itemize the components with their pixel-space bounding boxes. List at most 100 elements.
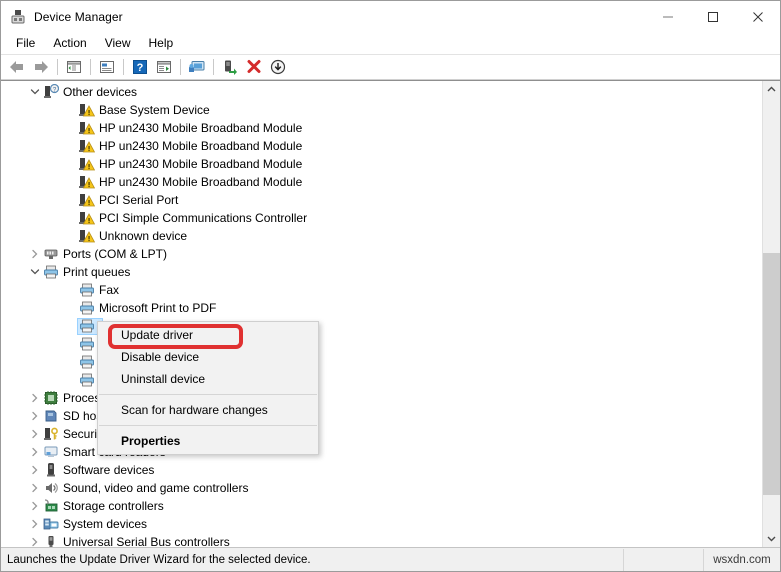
tree-row-content[interactable]: PCI Serial Port — [79, 192, 178, 209]
chevron-down-icon[interactable] — [27, 83, 43, 101]
tree-row[interactable]: Unknown device — [1, 227, 763, 245]
tree-row-content[interactable]: Ports (COM & LPT) — [43, 246, 167, 263]
warning-device-icon — [79, 192, 95, 208]
context-menu-item-update-driver[interactable]: Update driver — [98, 324, 318, 346]
system-device-icon — [43, 516, 59, 532]
scrollbar-thumb[interactable] — [763, 253, 780, 495]
forward-icon[interactable] — [29, 56, 53, 78]
tree-row[interactable]: Storage controllers — [1, 497, 763, 515]
context-menu[interactable]: Update driver Disable device Uninstall dev… — [97, 321, 319, 455]
tree-row-content[interactable]: HP un2430 Mobile Broadband Module — [79, 156, 302, 173]
printer-icon — [79, 372, 95, 388]
tree-row-content[interactable]: Sound, video and game controllers — [43, 480, 248, 497]
warning-device-icon — [79, 138, 95, 154]
chevron-right-icon[interactable] — [27, 479, 43, 497]
menu-view[interactable]: View — [96, 34, 140, 53]
tree-row[interactable]: Fax — [1, 281, 763, 299]
tree-row[interactable]: Ports (COM & LPT) — [1, 245, 763, 263]
scroll-up-icon[interactable] — [763, 81, 780, 98]
maximize-button[interactable] — [690, 1, 735, 32]
warning-device-icon — [79, 210, 95, 226]
tree-row[interactable]: Universal Serial Bus controllers — [1, 533, 763, 547]
menu-file[interactable]: File — [7, 34, 44, 53]
tree-row[interactable]: HP un2430 Mobile Broadband Module — [1, 137, 763, 155]
tree-row-content[interactable]: Microsoft Print to PDF — [79, 300, 216, 317]
tree-row-content[interactable]: Software devices — [43, 462, 154, 479]
watermark: wsxdn.com — [713, 553, 771, 566]
update-driver-icon[interactable] — [152, 56, 176, 78]
tree-row[interactable]: Base System Device — [1, 101, 763, 119]
tree-row-content[interactable]: System devices — [43, 516, 147, 533]
tree-row-label: Other devices — [63, 85, 138, 99]
device-tree[interactable]: ? Other devices Base System Device HP un243… — [1, 81, 763, 547]
tree-row-content[interactable]: PCI Simple Communications Controller — [79, 210, 307, 227]
tree-row[interactable]: ? Other devices — [1, 83, 763, 101]
uninstall-device-icon[interactable] — [242, 56, 266, 78]
tree-row-content[interactable]: Base System Device — [79, 102, 210, 119]
chevron-right-icon[interactable] — [27, 443, 43, 461]
chevron-right-icon[interactable] — [27, 245, 43, 263]
tree-row-content[interactable]: HP un2430 Mobile Broadband Module — [79, 174, 302, 191]
tree-row-label: HP un2430 Mobile Broadband Module — [99, 175, 303, 189]
tree-row-label: HP un2430 Mobile Broadband Module — [99, 139, 303, 153]
tree-row-content[interactable]: Unknown device — [79, 228, 187, 245]
chevron-right-icon[interactable] — [27, 425, 43, 443]
chevron-right-icon[interactable] — [27, 533, 43, 547]
tree-row-content[interactable]: Universal Serial Bus controllers — [43, 534, 230, 547]
tree-row[interactable]: Microsoft Print to PDF — [1, 299, 763, 317]
menu-help[interactable]: Help — [140, 34, 183, 53]
storage-controller-icon — [43, 498, 59, 514]
chevron-right-icon[interactable] — [27, 389, 43, 407]
minimize-button[interactable] — [645, 1, 690, 32]
tree-row-label: Fax — [99, 283, 120, 297]
show-hide-console-tree-icon[interactable] — [62, 56, 86, 78]
device-manager-window: Device Manager File Action View Help ? ?… — [0, 0, 781, 572]
tree-row[interactable]: Software devices — [1, 461, 763, 479]
chevron-right-icon[interactable] — [27, 407, 43, 425]
tree-row-label: PCI Simple Communications Controller — [99, 211, 308, 225]
context-menu-item-disable-device[interactable]: Disable device — [98, 346, 318, 368]
vertical-scrollbar[interactable] — [762, 81, 780, 547]
tree-row-content[interactable]: Fax — [79, 282, 119, 299]
warning-device-icon — [79, 156, 95, 172]
help-icon[interactable]: ? — [128, 56, 152, 78]
properties-icon[interactable] — [95, 56, 119, 78]
context-menu-item-uninstall-device[interactable]: Uninstall device — [98, 368, 318, 390]
menu-action[interactable]: Action — [44, 34, 95, 53]
tree-row-content[interactable] — [79, 336, 99, 353]
chevron-down-icon[interactable] — [27, 263, 43, 281]
tree-row-content[interactable] — [79, 372, 99, 389]
tree-row-content[interactable]: HP un2430 Mobile Broadband Module — [79, 120, 302, 137]
tree-row-content[interactable]: Storage controllers — [43, 498, 164, 515]
tree-row[interactable]: PCI Simple Communications Controller — [1, 209, 763, 227]
context-menu-item-properties[interactable]: Properties — [98, 430, 318, 452]
tree-row-content[interactable]: ? Other devices — [43, 84, 137, 101]
chevron-right-icon[interactable] — [27, 515, 43, 533]
tree-row-content[interactable] — [79, 354, 99, 371]
scroll-down-icon[interactable] — [763, 530, 780, 547]
smart-card-reader-icon — [43, 444, 59, 460]
tree-row[interactable]: HP un2430 Mobile Broadband Module — [1, 119, 763, 137]
sound-controller-icon — [43, 480, 59, 496]
context-menu-item-scan-for-hardware-changes[interactable]: Scan for hardware changes — [98, 399, 318, 421]
tree-row-label: Print queues — [63, 265, 131, 279]
tree-row[interactable]: HP un2430 Mobile Broadband Module — [1, 155, 763, 173]
disable-device-icon[interactable] — [266, 56, 290, 78]
tree-row-content[interactable]: HP un2430 Mobile Broadband Module — [79, 138, 302, 155]
tree-row[interactable]: HP un2430 Mobile Broadband Module — [1, 173, 763, 191]
warning-device-icon — [79, 120, 95, 136]
close-button[interactable] — [735, 1, 780, 32]
scan-for-hardware-changes-icon[interactable] — [185, 56, 209, 78]
chevron-right-icon[interactable] — [27, 497, 43, 515]
tree-row[interactable]: PCI Serial Port — [1, 191, 763, 209]
chevron-right-icon[interactable] — [27, 461, 43, 479]
tree-row-content[interactable]: Print queues — [43, 264, 130, 281]
title-bar: Device Manager — [1, 1, 780, 33]
enable-device-icon[interactable] — [218, 56, 242, 78]
back-icon[interactable] — [5, 56, 29, 78]
tree-row[interactable]: System devices — [1, 515, 763, 533]
tree-row[interactable]: Print queues — [1, 263, 763, 281]
tree-row[interactable]: Sound, video and game controllers — [1, 479, 763, 497]
